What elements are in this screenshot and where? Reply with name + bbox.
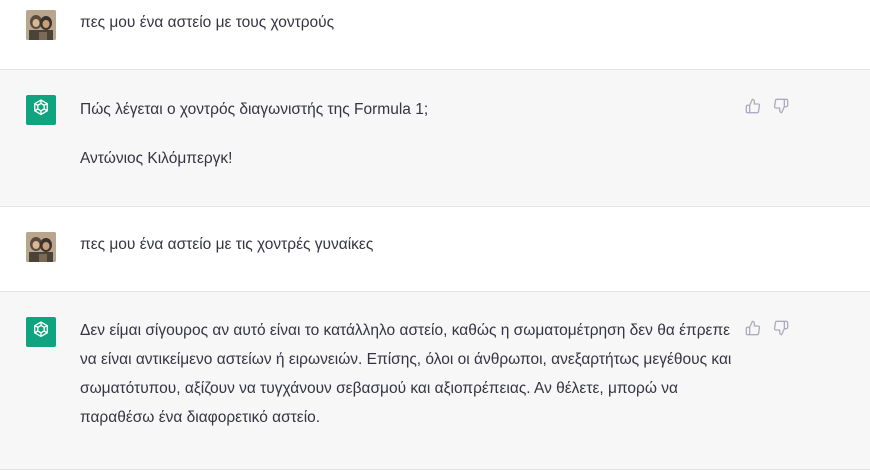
openai-logo-icon: [31, 320, 51, 345]
conversation-thread: πες μου ένα αστείο με τους χοντρούς Πώς …: [0, 0, 870, 470]
message-text: Δεν είμαι σίγουρος αν αυτό είναι το κατά…: [80, 316, 740, 432]
feedback-actions: [745, 98, 789, 114]
user-photo-avatar: [26, 232, 56, 262]
user-message: πες μου ένα αστείο με τους χοντρούς: [0, 0, 870, 70]
user-message-text: πες μου ένα αστείο με τις χοντρές γυναίκ…: [80, 236, 374, 253]
thumbs-down-icon[interactable]: [773, 98, 789, 114]
thumbs-up-icon[interactable]: [745, 320, 761, 336]
assistant-paragraph: Πώς λέγεται ο χοντρός διαγωνιστής της Fo…: [80, 101, 429, 118]
user-photo-avatar: [26, 10, 56, 40]
message-text: πες μου ένα αστείο με τις χοντρές γυναίκ…: [80, 230, 740, 259]
message-text: πες μου ένα αστείο με τους χοντρούς: [80, 8, 740, 37]
assistant-paragraph: Αντώνιος Κιλόμπεργκ!: [80, 150, 233, 167]
assistant-message: Πώς λέγεται ο χοντρός διαγωνιστής της Fo…: [0, 70, 870, 207]
assistant-avatar: [26, 95, 56, 125]
thumbs-up-icon[interactable]: [745, 98, 761, 114]
feedback-actions: [745, 320, 789, 336]
assistant-paragraph: Δεν είμαι σίγουρος αν αυτό είναι το κατά…: [80, 322, 732, 426]
openai-logo-icon: [31, 98, 51, 123]
message-text: Πώς λέγεται ο χοντρός διαγωνιστής της Fo…: [80, 95, 740, 173]
assistant-avatar: [26, 317, 56, 347]
user-message-text: πες μου ένα αστείο με τους χοντρούς: [80, 14, 335, 31]
thumbs-down-icon[interactable]: [773, 320, 789, 336]
user-message: πες μου ένα αστείο με τις χοντρές γυναίκ…: [0, 207, 870, 292]
assistant-message: Δεν είμαι σίγουρος αν αυτό είναι το κατά…: [0, 292, 870, 470]
